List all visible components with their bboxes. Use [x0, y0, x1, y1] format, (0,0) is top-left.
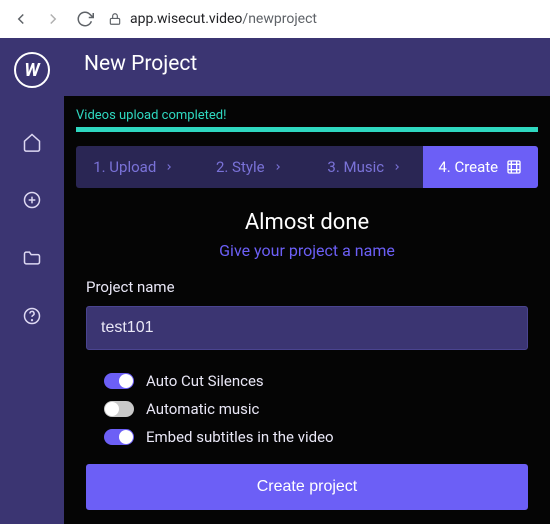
stepper: 1. Upload 2. Style 3. Music [76, 146, 538, 188]
toggle-embed-subs-label: Embed subtitles in the video [146, 428, 334, 446]
folder-icon[interactable] [20, 246, 44, 270]
section-heading: Almost done [76, 210, 538, 235]
chevron-right-icon [273, 158, 283, 176]
step-upload[interactable]: 1. Upload [76, 146, 192, 188]
section-subheading: Give your project a name [76, 241, 538, 260]
chevron-right-icon [164, 158, 174, 176]
step-create[interactable]: 4. Create [423, 146, 539, 188]
toggle-embed-subs[interactable] [104, 429, 134, 445]
page-title: New Project [64, 38, 550, 96]
app-logo[interactable]: W [14, 52, 50, 88]
film-icon [506, 159, 522, 175]
upload-progress [76, 127, 538, 132]
forward-icon[interactable] [44, 10, 62, 28]
chevron-right-icon [392, 158, 402, 176]
project-name-label: Project name [86, 278, 528, 296]
url-domain: app.wisecut.video [130, 11, 242, 27]
toggle-auto-cut-label: Auto Cut Silences [146, 372, 264, 390]
home-icon[interactable] [20, 130, 44, 154]
url-bar[interactable]: app.wisecut.video/newproject [108, 11, 317, 27]
url-path: /newproject [242, 11, 317, 27]
help-icon[interactable] [20, 304, 44, 328]
toggle-auto-music-label: Automatic music [146, 400, 259, 418]
reload-icon[interactable] [76, 10, 94, 28]
browser-toolbar: app.wisecut.video/newproject [0, 0, 550, 38]
project-name-input[interactable] [86, 306, 528, 350]
sidebar: W [0, 38, 64, 524]
lock-icon [108, 12, 122, 26]
toggle-auto-music[interactable] [104, 401, 134, 417]
create-project-button[interactable]: Create project [86, 464, 528, 510]
upload-status: Videos upload completed! [64, 96, 550, 127]
toggle-auto-cut[interactable] [104, 373, 134, 389]
step-music[interactable]: 3. Music [307, 146, 423, 188]
step-style[interactable]: 2. Style [192, 146, 308, 188]
back-icon[interactable] [12, 10, 30, 28]
add-icon[interactable] [20, 188, 44, 212]
